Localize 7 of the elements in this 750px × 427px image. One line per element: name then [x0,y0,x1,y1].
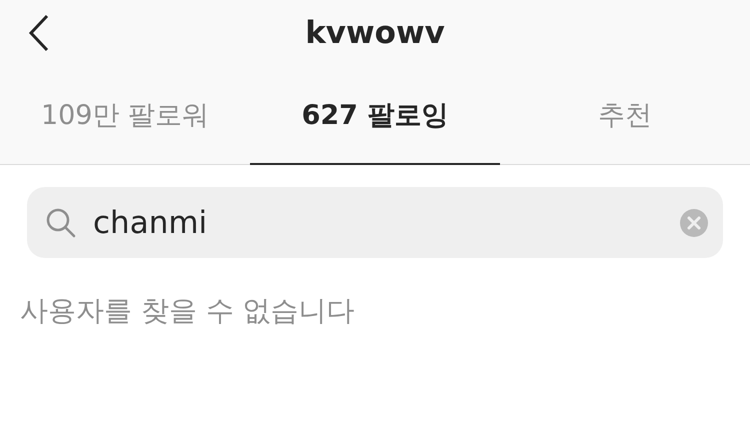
search-icon [45,206,77,238]
username-title: kvwowv [305,15,445,51]
no-results-message: 사용자를 찾을 수 없습니다 [20,293,356,329]
back-icon [28,14,50,52]
tab[interactable]: 627 팔로잉 [250,66,500,165]
search-input[interactable]: chanmi [93,204,663,240]
search-field[interactable]: chanmi [27,187,723,258]
